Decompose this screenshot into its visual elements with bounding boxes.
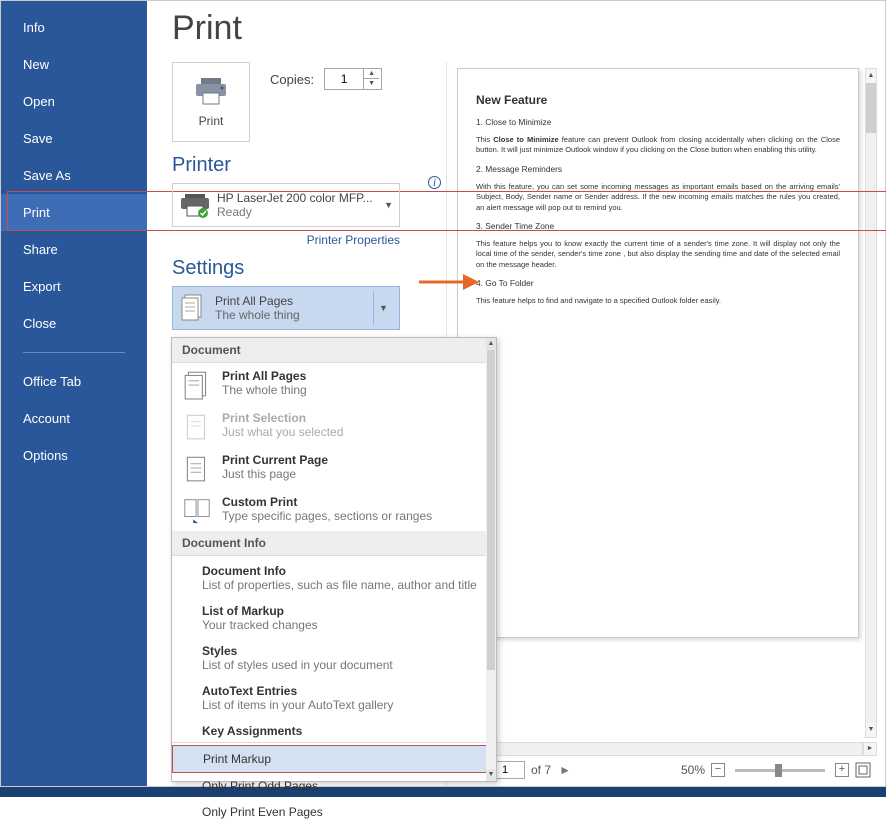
- sidebar-item-info[interactable]: Info: [1, 9, 147, 46]
- preview-s3-body: This feature helps you to know exactly t…: [476, 239, 840, 271]
- preview-status-bar: ◄ of 7 ► 50% − +: [457, 756, 877, 784]
- copies-spinner[interactable]: ▲ ▼: [324, 68, 382, 90]
- page-icon: [182, 411, 212, 441]
- print-what-title: Print All Pages: [215, 294, 365, 308]
- print-button[interactable]: Print: [172, 62, 250, 142]
- dropdown-toggle-odd-pages[interactable]: Only Print Odd Pages: [172, 773, 496, 799]
- printer-section-title: Printer: [172, 154, 445, 177]
- pages-range-icon: [182, 495, 212, 525]
- preview-s4-title: 4. Go To Folder: [476, 278, 840, 290]
- zoom-value: 50%: [681, 763, 705, 777]
- zoom-slider[interactable]: [735, 769, 825, 772]
- dropdown-item-autotext[interactable]: AutoText Entries List of items in your A…: [172, 676, 496, 716]
- copies-up[interactable]: ▲: [364, 69, 379, 79]
- sidebar-divider: [23, 352, 125, 353]
- pages-icon: [179, 292, 207, 324]
- page-total-label: of 7: [531, 763, 551, 777]
- print-what-dropdown: Document Print All Pages The whole thing…: [171, 337, 497, 782]
- print-what-selector[interactable]: Print All Pages The whole thing ▼: [172, 286, 400, 330]
- chevron-down-icon: ▼: [379, 303, 388, 313]
- pages-icon: [182, 369, 212, 399]
- preview-s2-title: 2. Message Reminders: [476, 164, 840, 176]
- sidebar-item-saveas[interactable]: Save As: [1, 157, 147, 194]
- preview-s1-body: This Close to Minimize feature can preve…: [476, 135, 840, 156]
- preview-horizontal-scrollbar[interactable]: ◄ ►: [457, 742, 877, 756]
- next-page-button[interactable]: ►: [557, 763, 573, 777]
- dropdown-toggle-print-markup[interactable]: Print Markup: [172, 745, 496, 773]
- dropdown-item-markup-list[interactable]: List of Markup Your tracked changes: [172, 596, 496, 636]
- fit-to-window-button[interactable]: [855, 762, 871, 778]
- dropdown-item-print-all[interactable]: Print All Pages The whole thing: [172, 363, 496, 405]
- copies-down[interactable]: ▼: [364, 79, 379, 89]
- scroll-right-button[interactable]: ►: [863, 742, 877, 756]
- sidebar-item-export[interactable]: Export: [1, 268, 147, 305]
- dropdown-item-keyassign[interactable]: Key Assignments: [172, 716, 496, 740]
- copies-label: Copies:: [270, 72, 314, 87]
- sidebar-item-share[interactable]: Share: [1, 231, 147, 268]
- sidebar-item-open[interactable]: Open: [1, 83, 147, 120]
- sidebar-item-save[interactable]: Save: [1, 120, 147, 157]
- dropdown-scrollbar[interactable]: ▲ ▼: [486, 338, 496, 781]
- preview-s4-body: This feature helps to find and navigate …: [476, 296, 840, 307]
- scroll-up-button[interactable]: ▲: [866, 69, 876, 83]
- printer-name: HP LaserJet 200 color MFP...: [217, 191, 378, 205]
- sidebar-item-print[interactable]: Print: [1, 194, 147, 231]
- printer-info-icon[interactable]: i: [428, 176, 441, 189]
- scroll-thumb[interactable]: [866, 83, 876, 133]
- print-preview-pane: New Feature 1. Close to Minimize This Cl…: [446, 62, 885, 786]
- annotation-arrow-icon: [419, 273, 479, 291]
- dropdown-group-document: Document: [172, 338, 496, 363]
- printer-status-icon: [179, 191, 211, 219]
- printer-icon: [193, 76, 229, 106]
- printer-selector[interactable]: HP LaserJet 200 color MFP... Ready ▼: [172, 183, 400, 227]
- dropdown-item-docinfo[interactable]: Document Info List of properties, such a…: [172, 556, 496, 596]
- sidebar-item-officetab[interactable]: Office Tab: [1, 363, 147, 400]
- dropdown-item-current-page[interactable]: Print Current Page Just this page: [172, 447, 496, 489]
- printer-status: Ready: [217, 205, 378, 219]
- preview-s1-title: 1. Close to Minimize: [476, 117, 840, 129]
- sidebar-item-new[interactable]: New: [1, 46, 147, 83]
- dropdown-item-print-selection: Print Selection Just what you selected: [172, 405, 496, 447]
- printer-properties-link[interactable]: Printer Properties: [172, 233, 400, 247]
- sidebar-item-close[interactable]: Close: [1, 305, 147, 342]
- page-title: Print: [147, 1, 885, 62]
- dropdown-item-custom-print[interactable]: Custom Print Type specific pages, sectio…: [172, 489, 496, 531]
- preview-vertical-scrollbar[interactable]: ▲ ▼: [865, 68, 877, 738]
- preview-page: New Feature 1. Close to Minimize This Cl…: [457, 68, 859, 638]
- dropdown-group-docinfo: Document Info: [172, 531, 496, 556]
- sidebar-item-options[interactable]: Options: [1, 437, 147, 474]
- preview-s2-body: With this feature, you can set some inco…: [476, 182, 840, 214]
- sidebar-item-account[interactable]: Account: [1, 400, 147, 437]
- zoom-out-button[interactable]: −: [711, 763, 725, 777]
- dropdown-toggle-even-pages[interactable]: Only Print Even Pages: [172, 799, 496, 825]
- copies-input[interactable]: [325, 72, 363, 86]
- scroll-down-button[interactable]: ▼: [866, 723, 876, 737]
- zoom-in-button[interactable]: +: [835, 763, 849, 777]
- chevron-down-icon: ▼: [384, 200, 393, 210]
- preview-s3-title: 3. Sender Time Zone: [476, 221, 840, 233]
- sidebar: Info New Open Save Save As Print Share E…: [1, 1, 147, 786]
- preview-heading: New Feature: [476, 93, 840, 107]
- print-what-sub: The whole thing: [215, 308, 365, 322]
- dropdown-item-styles[interactable]: Styles List of styles used in your docum…: [172, 636, 496, 676]
- print-button-label: Print: [199, 114, 224, 128]
- page-icon: [182, 453, 212, 483]
- settings-section-title: Settings: [172, 257, 445, 280]
